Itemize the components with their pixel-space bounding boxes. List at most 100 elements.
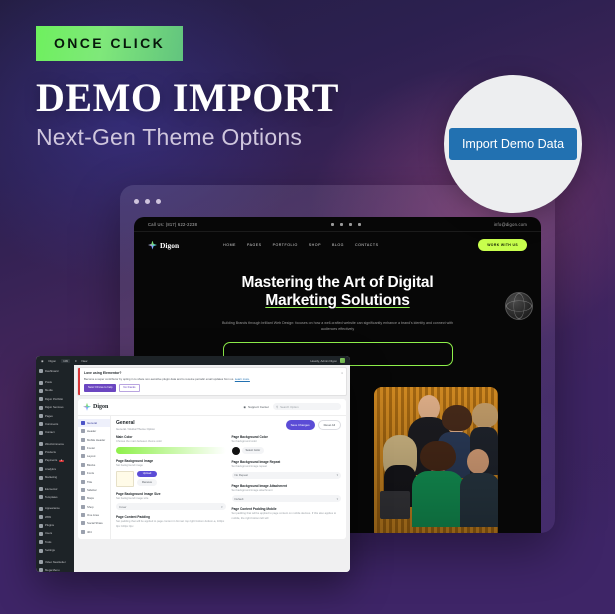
sidebar-item-mega-menu[interactable]: Mega Menu (36, 566, 74, 572)
page-bg-attachment-select[interactable]: Default ▾ (231, 495, 341, 503)
main-color-picker[interactable] (116, 446, 226, 454)
tab-title[interactable]: Title (78, 477, 110, 485)
sidebar-label: WooCommerce (45, 442, 65, 446)
save-changes-button[interactable]: Save Changes (285, 419, 315, 430)
field-label: Main Color (116, 434, 133, 439)
tab-social-share[interactable]: Social Share (78, 519, 110, 527)
color-swatch[interactable] (231, 446, 240, 455)
search-option-input[interactable]: ⚲ Search Option (273, 403, 341, 411)
page-bg-size-select[interactable]: Cover ▾ (116, 503, 226, 511)
sidebar-item-templates[interactable]: Templates (36, 493, 74, 501)
page-subtitle: Next-Gen Theme Options (36, 124, 303, 150)
section-title: General (116, 419, 135, 426)
adminbar-count: 109 (61, 358, 70, 363)
page-bg-repeat-select[interactable]: No Repeat ▾ (231, 471, 341, 479)
select-value: Default (234, 496, 244, 501)
sidebar-item-analytics[interactable]: Analytics (36, 465, 74, 473)
import-demo-data-button[interactable]: Import Demo Data (448, 128, 578, 160)
hero-heading: Mastering the Art of Digital Marketing S… (164, 274, 511, 311)
general-icon (81, 420, 85, 425)
wp-sidebar[interactable]: Dashboard Posts Media Digon Portfolio Di… (36, 365, 74, 572)
sidebar-label: Elementor (45, 487, 58, 491)
reset-all-button[interactable]: Reset All (317, 419, 341, 430)
sidebar-label: Payments (45, 459, 58, 463)
woocommerce-icon (39, 442, 43, 447)
video-icon (39, 560, 43, 565)
notice-decline-button[interactable]: No thanks (119, 383, 140, 392)
sidebar-item-dashboard[interactable]: Dashboard (36, 367, 74, 375)
tab-label: General (87, 420, 97, 425)
support-center-link[interactable]: ◉ Support Center (243, 405, 269, 409)
sidebar-item-posts[interactable]: Posts (36, 378, 74, 386)
wp-logo-icon[interactable]: ◉ (41, 359, 44, 363)
sidebar-item-users[interactable]: Users (36, 530, 74, 538)
image-thumbnail (116, 470, 134, 487)
field-help: Set background image repeat (231, 464, 267, 468)
learn-more-link[interactable]: Learn more. (235, 377, 250, 381)
menu-item[interactable]: BLOG (332, 243, 344, 247)
sidebar-label: Settings (45, 549, 55, 553)
adminbar-site[interactable]: Digon (49, 359, 57, 363)
menu-item[interactable]: CONTACTS (355, 243, 379, 247)
team-photo (374, 387, 498, 533)
tab-one-area[interactable]: One Area (78, 511, 110, 519)
theme-option-tabs[interactable]: General Header Mobile Header Footer Layo… (78, 415, 111, 539)
sidebar-label: Mega Menu (45, 568, 60, 572)
tab-fonts[interactable]: Fonts (78, 469, 110, 477)
menu-item[interactable]: HOME (223, 243, 236, 247)
work-with-us-button[interactable]: WORK WITH US (478, 239, 527, 251)
share-icon (81, 521, 85, 526)
tab-header[interactable]: Header (78, 427, 110, 435)
field-help: Set padding that will be applied to page… (116, 520, 225, 528)
select-color-button[interactable]: Select Color (241, 447, 265, 454)
site-menu[interactable]: HOME PAGES PORTFOLIO SHOP BLOG CONTACTS (223, 243, 378, 247)
tab-sidebar[interactable]: Sidebar (78, 486, 110, 494)
sidebar-item-wpa[interactable]: WPA (36, 513, 74, 521)
upload-button[interactable]: Upload (137, 470, 158, 478)
sidebar-item-contact[interactable]: Contact (36, 429, 74, 437)
menu-item[interactable]: SHOP (309, 243, 321, 247)
menu-item[interactable]: PORTFOLIO (273, 243, 298, 247)
field-page-bg-size: Page Background Image Size Set backgroun… (116, 492, 226, 511)
support-label: Support Center (248, 404, 269, 409)
shop-icon (81, 504, 85, 509)
sidebar-item-digon-services[interactable]: Digon Services (36, 404, 74, 412)
sidebar-item-settings[interactable]: Settings (36, 547, 74, 555)
sidebar-item-pages[interactable]: Pages (36, 412, 74, 420)
social-icons[interactable] (330, 222, 361, 226)
adminbar-new[interactable]: New (82, 359, 88, 363)
tab-footer[interactable]: Footer (78, 444, 110, 452)
tab-maps[interactable]: Maps (78, 494, 110, 502)
site-logo[interactable]: Digon (148, 241, 179, 250)
sidebar-item-elementor[interactable]: Elementor (36, 485, 74, 493)
tab-mobile-header[interactable]: Mobile Header (78, 435, 110, 443)
one-area-icon (81, 513, 85, 517)
sidebar-item-video-newsletter[interactable]: Video Newsletter (36, 558, 74, 566)
tab-blocks[interactable]: Blocks (78, 461, 110, 469)
sidebar-item-media[interactable]: Media (36, 387, 74, 395)
remove-button[interactable]: Remove (137, 479, 158, 486)
sidebar-item-payments[interactable]: Payments 1 (36, 457, 74, 465)
sidebar-item-digon-portfolio[interactable]: Digon Portfolio (36, 395, 74, 403)
error-icon (81, 529, 85, 534)
sidebar-item-plugins[interactable]: Plugins (36, 521, 74, 529)
field-label: Page Content Padding Mobile (231, 507, 277, 512)
sidebar-item-appearance[interactable]: Appearance (36, 505, 74, 513)
contact-icon (39, 430, 43, 435)
adminbar-comments[interactable]: 0 (75, 359, 77, 363)
sidebar-item-tools[interactable]: Tools (36, 538, 74, 546)
tab-general[interactable]: General (78, 418, 110, 428)
tab-shop[interactable]: Shop (78, 502, 110, 510)
sidebar-label: Posts (45, 381, 52, 385)
adminbar-account[interactable]: Howdy, Admin Digon (310, 358, 345, 363)
tab-404[interactable]: 404 (78, 528, 110, 536)
menu-item[interactable]: PAGES (247, 243, 262, 247)
notice-accept-button[interactable]: Sure! I'd love to help (84, 383, 117, 392)
tab-layout[interactable]: Layout (78, 452, 110, 460)
tab-label: Layout (87, 454, 96, 459)
sidebar-item-marketing[interactable]: Marketing (36, 474, 74, 482)
sidebar-item-comments[interactable]: Comments (36, 420, 74, 428)
sidebar-item-products[interactable]: Products (36, 448, 74, 456)
sidebar-item-woocommerce[interactable]: WooCommerce (36, 440, 74, 448)
close-icon[interactable]: × (341, 371, 343, 375)
